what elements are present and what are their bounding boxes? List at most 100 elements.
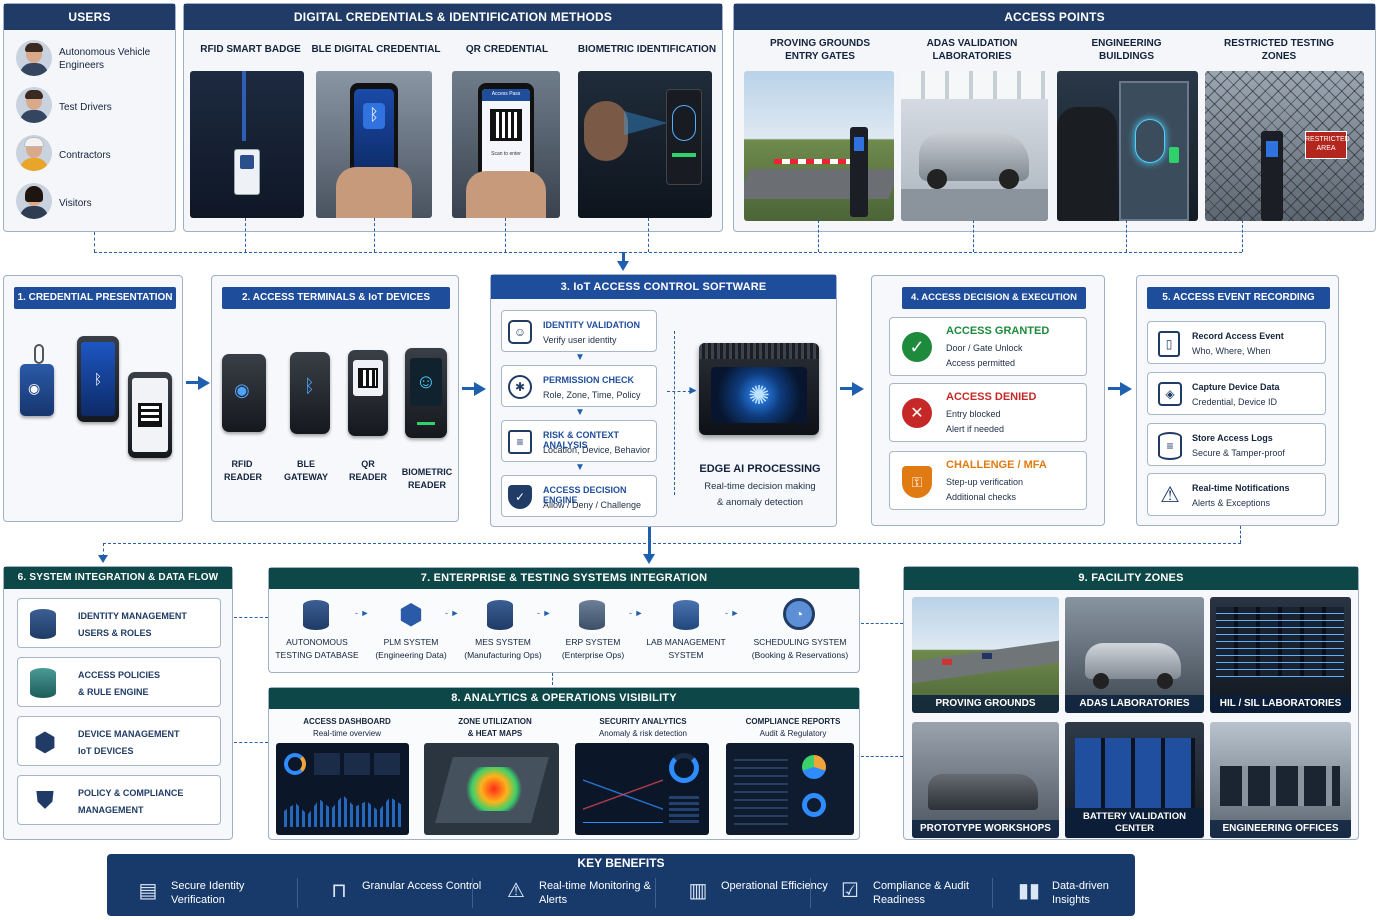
step9-panel: 9. FACILITY ZONES PROVING GROUNDS ADAS L… — [903, 566, 1359, 840]
heatmap-thumb[interactable] — [424, 743, 559, 835]
dash-label-4b: Audit & Regulatory — [759, 729, 827, 738]
compliance-reports-thumb[interactable] — [726, 743, 854, 835]
outcome-denied-line1: Entry blocked — [946, 409, 1001, 419]
connector-cred2 — [374, 218, 375, 252]
dash-label-3b: Anomaly & risk detection — [598, 729, 688, 738]
face-scan-icon — [1135, 119, 1165, 163]
check-permission-card: ✱ PERMISSION CHECK Role, Zone, Time, Pol… — [501, 365, 657, 407]
system-label-4b: (Enterprise Ops) — [561, 650, 625, 660]
notifications-desc: Alerts & Exceptions — [1192, 498, 1271, 508]
connector-6-8 — [234, 742, 268, 743]
outcome-challenge-line2: Additional checks — [946, 492, 1017, 502]
user-label-visitors: Visitors — [59, 198, 92, 209]
step1-panel: 1. CREDENTIAL PRESENTATION ◉ ᛒ — [3, 275, 183, 522]
avatar-engineer — [16, 40, 52, 76]
wireless-icon: ◉ — [234, 380, 250, 400]
check-identity-title: IDENTITY VALIDATION — [543, 320, 641, 330]
check-decision-card: ✓ ACCESS DECISION ENGINE Allow / Deny / … — [501, 475, 657, 517]
zone-hil-sil-labs[interactable]: HIL / SIL LABORATORIES — [1210, 597, 1351, 713]
outcome-granted-card: ✓ ACCESS GRANTED Door / Gate Unlock Acce… — [889, 317, 1087, 376]
step3-title: 3. IoT ACCESS CONTROL SOFTWARE — [491, 275, 836, 299]
system-label-5a: LAB MANAGEMENT — [646, 637, 726, 647]
benefit-separator — [992, 878, 993, 908]
zone-label-adas: ADAS LABORATORIES — [1065, 695, 1204, 713]
notifications-title: Real-time Notifications — [1192, 483, 1290, 493]
user-label-engineers: Autonomous Vehicle Engineers — [59, 47, 151, 71]
qr-code-icon — [490, 109, 522, 141]
capture-device-title: Capture Device Data — [1192, 382, 1280, 392]
zone-battery-validation[interactable]: BATTERY VALIDATION CENTER — [1065, 722, 1204, 838]
clipboard-alert-icon: ≡ — [508, 430, 532, 454]
check-risk-card: ≡ RISK & CONTEXT ANALYSIS Location, Devi… — [501, 420, 657, 462]
benefit-label-2: Granular Access Control — [362, 880, 482, 892]
avatar-visitor — [16, 183, 52, 219]
device-label-biometric: BIOMETRIC READER — [401, 467, 453, 490]
cube-network-icon: ⬢ — [33, 726, 57, 757]
rfid-reader-device: ◉ — [222, 354, 266, 432]
step6-title: 6. SYSTEM INTEGRATION & DATA FLOW — [4, 567, 232, 589]
dash-label-2b: & HEAT MAPS — [467, 729, 523, 738]
biometric-photo — [578, 71, 712, 218]
check-risk-desc: Location, Device, Behavior — [543, 445, 651, 455]
rfid-badge-photo — [190, 71, 304, 218]
clock-icon: ◔ — [783, 598, 815, 630]
integration-compliance-card: ⛊ POLICY & COMPLIANCE MANAGEMENT — [17, 775, 221, 825]
shield-network-icon: ⛊ — [36, 787, 54, 814]
qr-reader-device — [348, 350, 388, 436]
dash-label-1b: Real-time overview — [312, 729, 382, 738]
qr-screen-title: Access Pass — [491, 91, 521, 97]
connector-ap4 — [1242, 220, 1243, 252]
check-circle-icon: ✓ — [902, 332, 932, 362]
cred-label-ble: BLE DIGITAL CREDENTIAL — [311, 44, 441, 55]
integration-identity-line1: IDENTITY MANAGEMENT — [78, 611, 187, 621]
user-label-contractors: Contractors — [59, 150, 111, 161]
store-logs-card: ≡ Store Access Logs Secure & Tamper-proo… — [1147, 423, 1326, 466]
ap-label-engineering: ENGINEERING BUILDINGS — [1091, 38, 1162, 62]
face-scan-icon — [672, 105, 696, 141]
connector-7-8 — [552, 673, 553, 685]
database-icon — [673, 600, 699, 630]
access-dashboard-thumb[interactable] — [276, 743, 409, 835]
integration-device-line2: IoT DEVICES — [78, 746, 134, 756]
device-label-rfid: RFID READER — [224, 459, 263, 482]
benefit-label-6: Data-driven Insights — [1052, 880, 1109, 906]
zone-label-proving: PROVING GROUNDS — [912, 695, 1059, 713]
bluetooth-icon: ᛒ — [81, 342, 115, 416]
outcome-denied-title: ACCESS DENIED — [946, 391, 1037, 403]
shield-key-icon: ✱ — [508, 375, 532, 399]
chip-icon: ◈ — [1158, 382, 1182, 406]
database-icon — [487, 600, 513, 630]
integration-identity-line2: USERS & ROLES — [78, 628, 152, 638]
record-event-card: ▯ Record Access Event Who, Where, When — [1147, 321, 1326, 364]
capture-device-desc: Credential, Device ID — [1192, 397, 1278, 407]
connector-users — [94, 232, 95, 252]
arrow-2-3 — [474, 382, 486, 396]
connector-cred1 — [245, 218, 246, 252]
ai-brain-icon: ✺ — [711, 367, 807, 423]
ap-label-restricted: RESTRICTED TESTING ZONES — [1224, 38, 1335, 62]
zone-proving-grounds[interactable]: PROVING GROUNDS — [912, 597, 1059, 713]
cred-label-biometric: BIOMETRIC IDENTIFICATION — [577, 44, 717, 55]
check-identity-desc: Verify user identity — [543, 335, 617, 345]
flow-arrow-icon: - ► — [355, 608, 370, 618]
zone-prototype-workshops[interactable]: PROTOTYPE WORKSHOPS — [912, 722, 1059, 838]
ap-label-proving: PROVING GROUNDS ENTRY GATES — [769, 38, 870, 62]
lanyard-clip — [34, 344, 44, 364]
users-panel: USERS Autonomous Vehicle Engineers Test … — [3, 3, 176, 232]
connector-ap1 — [818, 220, 819, 252]
step5-panel: 5. ACCESS EVENT RECORDING ▯ Record Acces… — [1136, 275, 1339, 526]
zone-adas-labs[interactable]: ADAS LABORATORIES — [1065, 597, 1204, 713]
ble-credential-photo: ᛒ — [316, 71, 432, 218]
outcome-challenge-title: CHALLENGE / MFA — [946, 459, 1047, 471]
step4-panel: 4. ACCESS DECISION & EXECUTION ✓ ACCESS … — [871, 275, 1105, 526]
benefit-granular-access: ⊓ Granular Access Control — [326, 873, 486, 911]
step7-title: 7. ENTERPRISE & TESTING SYSTEMS INTEGRAT… — [269, 568, 859, 589]
database-icon — [303, 600, 329, 630]
security-analytics-thumb[interactable] — [575, 743, 709, 835]
benefit-efficiency: ▥ Operational Efficiency — [685, 873, 835, 911]
edge-title: EDGE AI PROCESSING — [699, 463, 821, 475]
zone-engineering-offices[interactable]: ENGINEERING OFFICES — [1210, 722, 1351, 838]
outcome-granted-title: ACCESS GRANTED — [946, 325, 1050, 337]
flow-arrow-icon: ► — [687, 383, 699, 397]
id-card-icon: ▤ — [138, 880, 158, 902]
